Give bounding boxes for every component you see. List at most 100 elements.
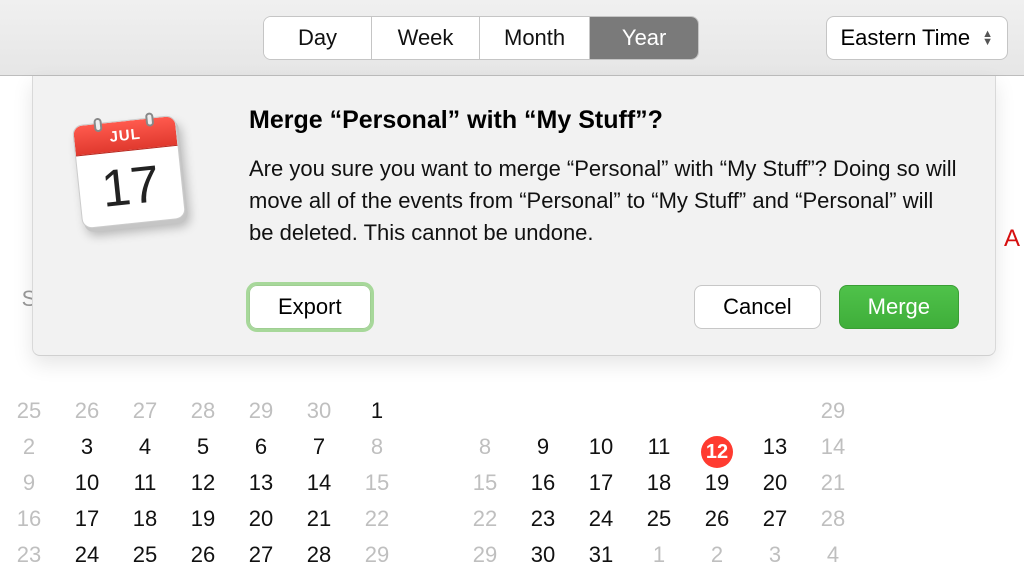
day-cell: 17 bbox=[572, 470, 630, 506]
timezone-label: Eastern Time bbox=[841, 25, 971, 51]
day-cell: 24 bbox=[58, 542, 116, 578]
day-cell: 6 bbox=[232, 434, 290, 470]
month-header-partial: A bbox=[1004, 225, 1020, 253]
view-segmented-control: Day Week Month Year bbox=[263, 16, 699, 60]
export-button[interactable]: Export bbox=[249, 285, 371, 329]
day-cell: 14 bbox=[290, 470, 348, 506]
day-cell: 25 bbox=[630, 506, 688, 542]
day-cell: 31 bbox=[572, 542, 630, 578]
day-cell: 2 bbox=[0, 434, 58, 470]
day-cell bbox=[456, 398, 514, 434]
day-cell bbox=[746, 362, 804, 398]
day-cell: 15 bbox=[456, 470, 514, 506]
day-cell: 17 bbox=[58, 506, 116, 542]
day-cell: 29 bbox=[232, 398, 290, 434]
day-cell: 20 bbox=[746, 470, 804, 506]
day-cell: 30 bbox=[514, 542, 572, 578]
day-cell: 25 bbox=[0, 398, 58, 434]
day-cell: 8 bbox=[456, 434, 514, 470]
day-cell bbox=[804, 362, 862, 398]
day-cell: 22 bbox=[456, 506, 514, 542]
day-cell: 21 bbox=[290, 506, 348, 542]
today-marker: 12 bbox=[688, 434, 746, 470]
day-cell bbox=[688, 398, 746, 434]
day-cell bbox=[514, 362, 572, 398]
day-cell: 13 bbox=[746, 434, 804, 470]
day-cell: 19 bbox=[688, 470, 746, 506]
toolbar: Day Week Month Year Eastern Time ▲▼ bbox=[0, 0, 1024, 76]
day-cell bbox=[688, 362, 746, 398]
day-cell: 4 bbox=[804, 542, 862, 578]
day-cell: 28 bbox=[804, 506, 862, 542]
day-cell: 14 bbox=[804, 434, 862, 470]
stepper-icon: ▲▼ bbox=[982, 30, 993, 46]
day-cell: 11 bbox=[630, 434, 688, 470]
view-month[interactable]: Month bbox=[480, 17, 590, 59]
day-cell: 29 bbox=[456, 542, 514, 578]
dialog-body: Are you sure you want to merge “Personal… bbox=[249, 153, 959, 249]
day-cell: 16 bbox=[514, 470, 572, 506]
day-cell bbox=[630, 398, 688, 434]
day-cell: 26 bbox=[58, 398, 116, 434]
day-cell: 5 bbox=[174, 434, 232, 470]
cancel-button[interactable]: Cancel bbox=[694, 285, 820, 329]
day-cell: 3 bbox=[746, 542, 804, 578]
day-cell: 13 bbox=[232, 470, 290, 506]
day-cell: 3 bbox=[58, 434, 116, 470]
view-year[interactable]: Year bbox=[590, 17, 698, 59]
day-cell: 10 bbox=[572, 434, 630, 470]
day-cell: 29 bbox=[348, 542, 406, 578]
day-cell bbox=[630, 362, 688, 398]
day-cell: 18 bbox=[630, 470, 688, 506]
day-cell: 11 bbox=[116, 470, 174, 506]
day-cell: 27 bbox=[232, 542, 290, 578]
day-cell: 18 bbox=[116, 506, 174, 542]
day-cell: 23 bbox=[0, 542, 58, 578]
dialog-title: Merge “Personal” with “My Stuff”? bbox=[249, 106, 959, 135]
day-cell: 4 bbox=[116, 434, 174, 470]
day-cell: 7 bbox=[290, 434, 348, 470]
day-cell: 1 bbox=[348, 398, 406, 434]
view-week[interactable]: Week bbox=[372, 17, 480, 59]
day-cell: 21 bbox=[804, 470, 862, 506]
day-cell: 30 bbox=[290, 398, 348, 434]
merge-dialog: JUL 17 Merge “Personal” with “My Stuff”?… bbox=[32, 76, 996, 356]
day-cell: 29 bbox=[804, 398, 862, 434]
day-cell: 16 bbox=[0, 506, 58, 542]
day-cell: 24 bbox=[572, 506, 630, 542]
timezone-selector[interactable]: Eastern Time ▲▼ bbox=[826, 16, 1009, 60]
day-cell bbox=[232, 362, 290, 398]
day-cell bbox=[0, 362, 58, 398]
day-cell bbox=[116, 362, 174, 398]
day-cell: 27 bbox=[116, 398, 174, 434]
calendar-app-icon: JUL 17 bbox=[63, 106, 195, 238]
day-cell: 20 bbox=[232, 506, 290, 542]
day-cell: 8 bbox=[348, 434, 406, 470]
day-cell bbox=[456, 362, 514, 398]
day-cell: 27 bbox=[746, 506, 804, 542]
icon-day-label: 17 bbox=[76, 146, 185, 228]
day-cell: 26 bbox=[174, 542, 232, 578]
day-cell: 15 bbox=[348, 470, 406, 506]
view-day[interactable]: Day bbox=[264, 17, 372, 59]
day-cell bbox=[514, 398, 572, 434]
day-cell bbox=[58, 362, 116, 398]
day-cell: 2 bbox=[688, 542, 746, 578]
day-cell: 25 bbox=[116, 542, 174, 578]
day-cell: 19 bbox=[174, 506, 232, 542]
day-cell bbox=[746, 398, 804, 434]
day-cell bbox=[572, 398, 630, 434]
day-cell bbox=[572, 362, 630, 398]
day-cell: 1 bbox=[630, 542, 688, 578]
day-cell bbox=[290, 362, 348, 398]
day-cell: 22 bbox=[348, 506, 406, 542]
day-cell: 23 bbox=[514, 506, 572, 542]
day-cell bbox=[348, 362, 406, 398]
day-cell: 10 bbox=[58, 470, 116, 506]
day-cell: 28 bbox=[290, 542, 348, 578]
day-cell: 9 bbox=[0, 470, 58, 506]
merge-button[interactable]: Merge bbox=[839, 285, 959, 329]
day-cell bbox=[174, 362, 232, 398]
day-cell: 9 bbox=[514, 434, 572, 470]
day-cell: 28 bbox=[174, 398, 232, 434]
